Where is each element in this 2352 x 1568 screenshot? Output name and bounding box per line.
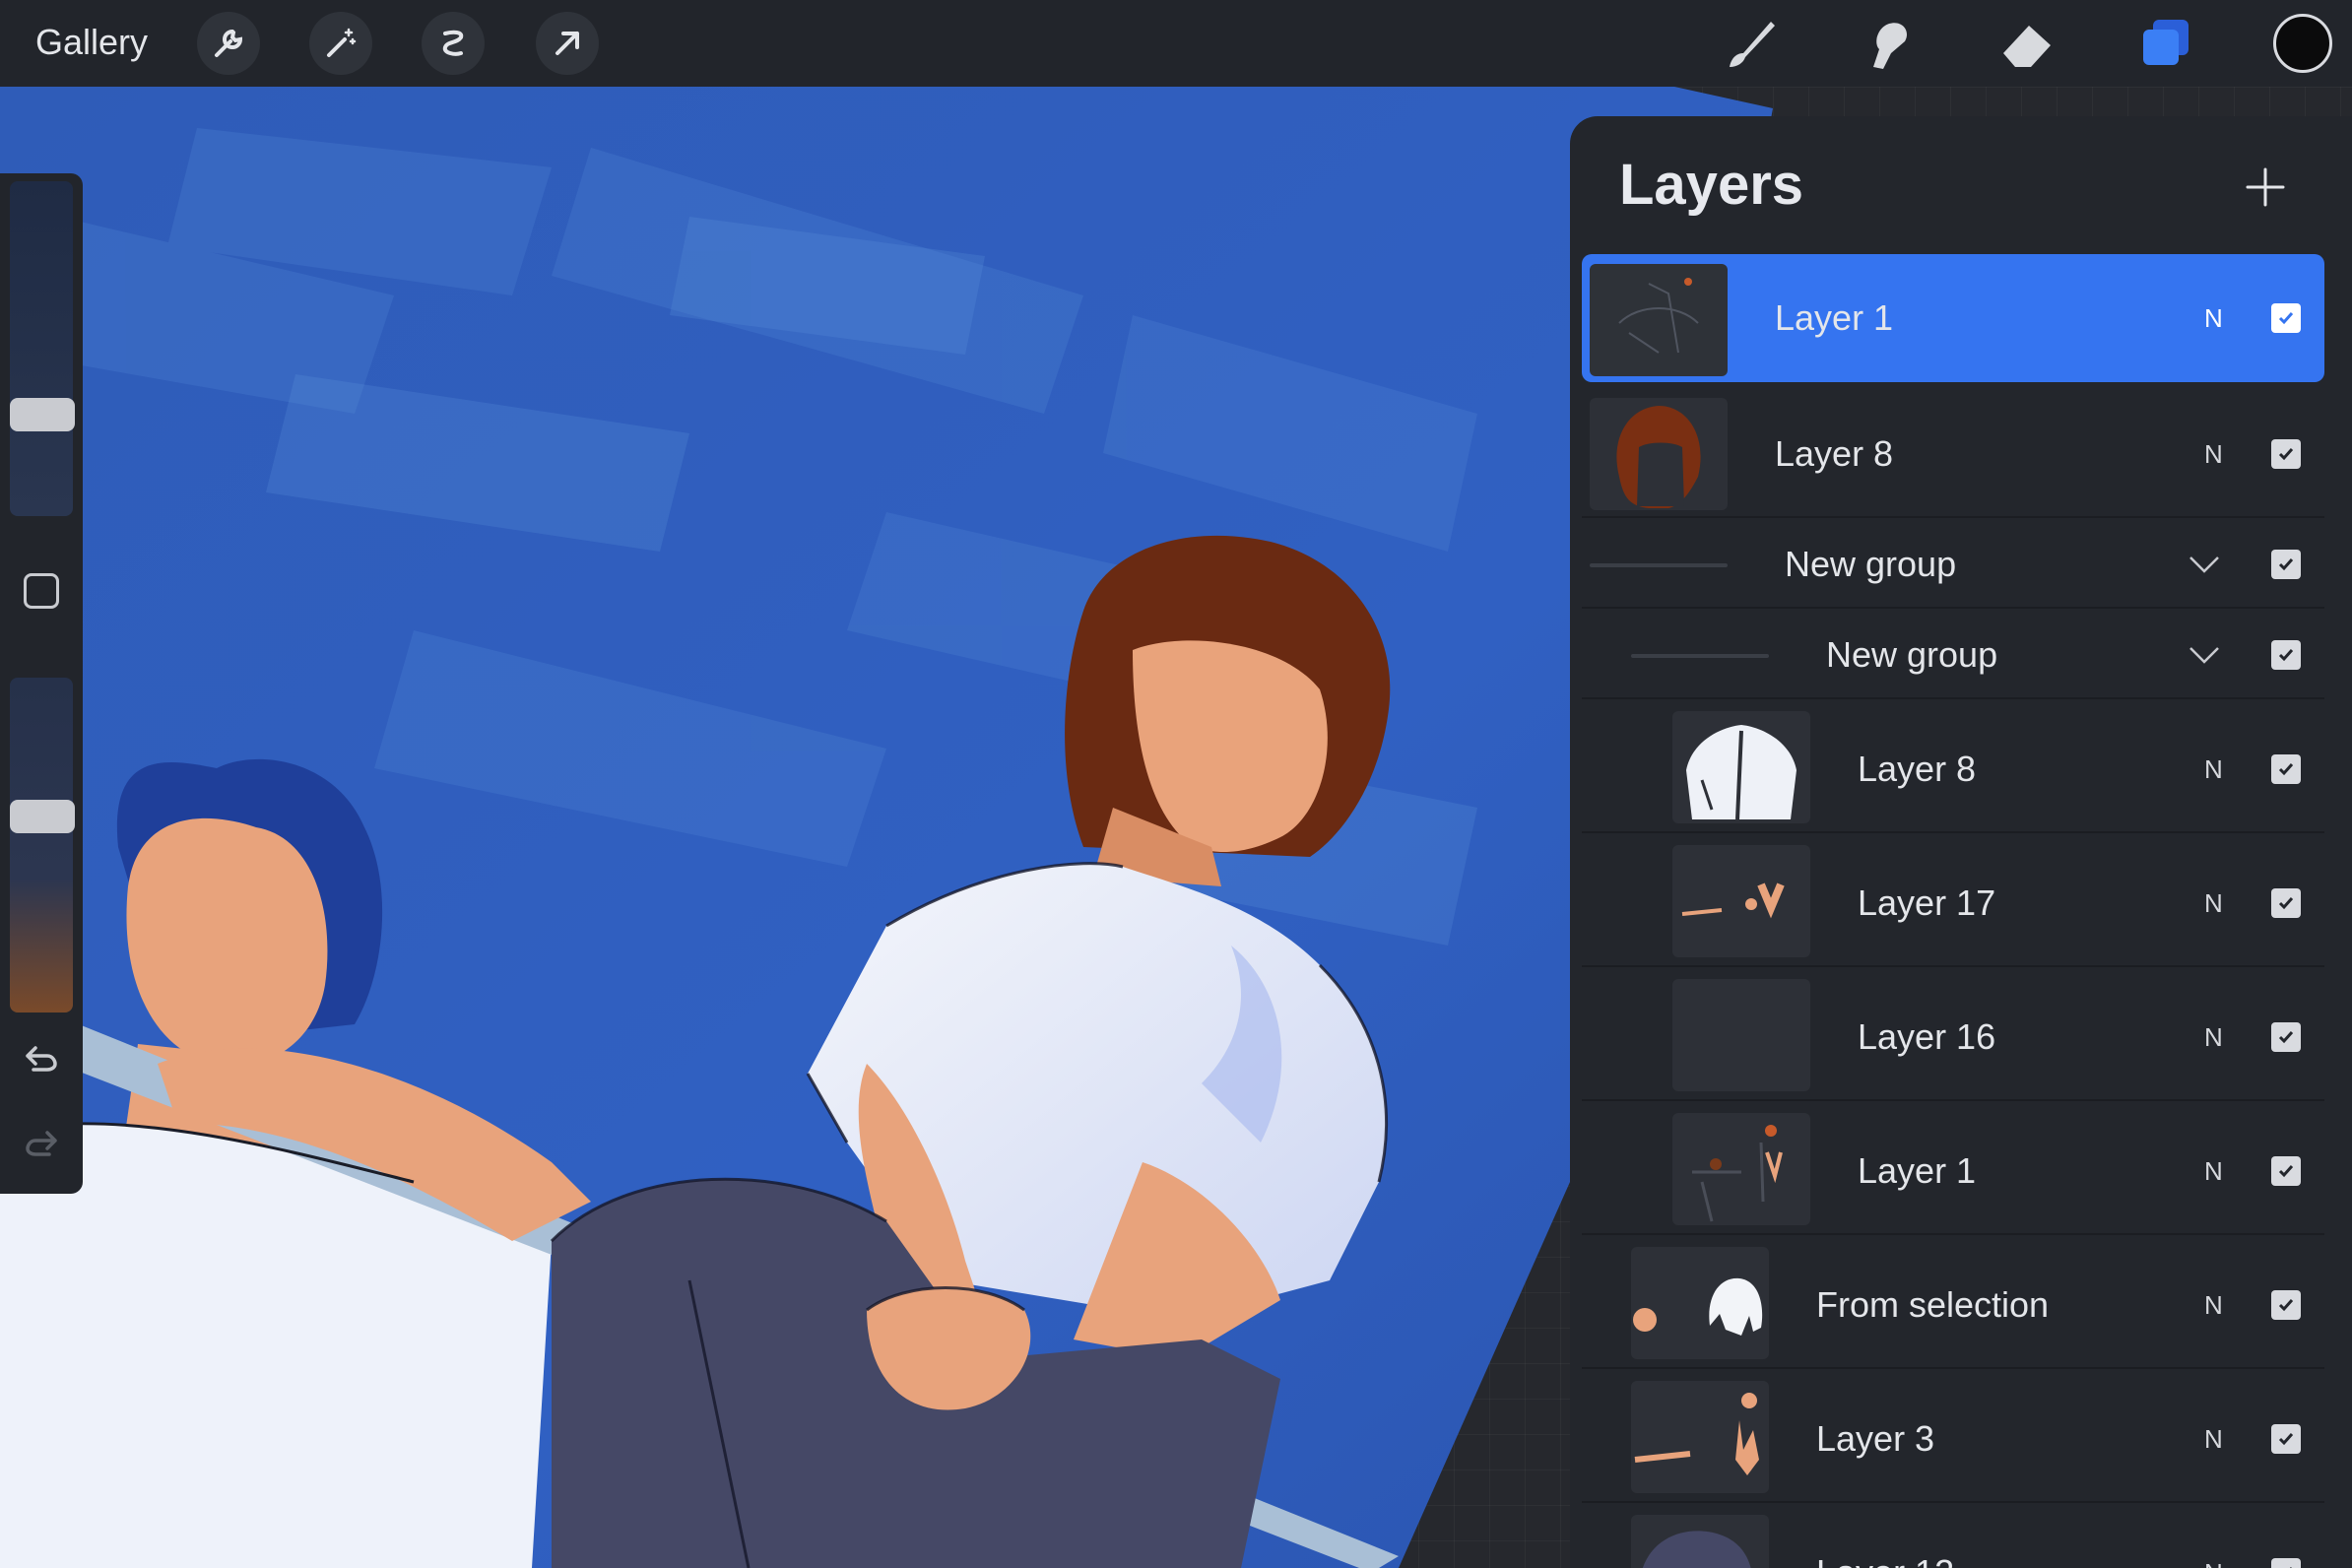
chevron-down-icon[interactable] xyxy=(2185,550,2224,579)
blend-mode[interactable]: N xyxy=(2204,888,2223,919)
layer-name: Layer 3 xyxy=(1816,1418,1935,1459)
plus-icon[interactable] xyxy=(2236,158,2295,217)
layer-name: Layer 1 xyxy=(1775,297,1894,338)
layer-thumbnail xyxy=(1672,979,1810,1091)
layer-row[interactable]: Layer 1 N xyxy=(1582,1103,2324,1235)
row-divider xyxy=(1582,516,2324,518)
layer-row[interactable]: Layer 17 N xyxy=(1582,835,2324,967)
brush-icon[interactable] xyxy=(1718,10,1785,77)
layer-thumbnail xyxy=(1631,1515,1769,1568)
smudge-icon[interactable] xyxy=(1856,10,1923,77)
layer-name: From selection xyxy=(1816,1284,2050,1325)
visibility-checkbox[interactable] xyxy=(2271,303,2301,333)
selection-icon[interactable] xyxy=(422,12,485,75)
layer-thumbnail xyxy=(1672,711,1810,823)
chevron-down-icon[interactable] xyxy=(2185,640,2224,670)
group-row[interactable]: New group xyxy=(1582,520,2324,609)
visibility-checkbox[interactable] xyxy=(2271,550,2301,579)
layer-row[interactable]: From selection N xyxy=(1582,1237,2324,1369)
group-row[interactable]: New group xyxy=(1582,611,2324,699)
visibility-checkbox[interactable] xyxy=(2271,1022,2301,1052)
group-name: New group xyxy=(1785,544,1957,584)
layer-thumbnail xyxy=(1672,1113,1810,1225)
panel-title: Layers xyxy=(1619,153,1804,217)
visibility-checkbox[interactable] xyxy=(2271,439,2301,469)
visibility-checkbox[interactable] xyxy=(2271,888,2301,918)
undo-icon[interactable] xyxy=(20,1036,63,1079)
group-name: New group xyxy=(1826,634,1998,675)
group-indicator xyxy=(1631,654,1769,658)
layer-thumbnail xyxy=(1631,1247,1769,1359)
row-divider xyxy=(1582,965,2324,967)
layer-row[interactable]: Layer 3 N xyxy=(1582,1371,2324,1503)
layer-row[interactable]: Layer 8 N xyxy=(1582,701,2324,833)
brush-opacity-thumb[interactable] xyxy=(10,800,75,833)
row-divider xyxy=(1582,1099,2324,1101)
layer-name: Layer 16 xyxy=(1858,1016,1996,1057)
layer-name: Layer 8 xyxy=(1775,433,1894,474)
visibility-checkbox[interactable] xyxy=(2271,1156,2301,1186)
brush-size-slider[interactable] xyxy=(10,181,73,516)
blend-mode[interactable]: N xyxy=(2204,1424,2223,1455)
row-divider xyxy=(1582,1367,2324,1369)
layer-thumbnail xyxy=(1672,845,1810,957)
layer-thumbnail xyxy=(1590,398,1728,510)
layer-name: Layer 1 xyxy=(1858,1150,1977,1191)
row-divider xyxy=(1582,1233,2324,1235)
blend-mode[interactable]: N xyxy=(2204,439,2223,470)
row-divider xyxy=(1582,697,2324,699)
layer-name: Layer 8 xyxy=(1858,749,1977,789)
blend-mode[interactable]: N xyxy=(2204,1558,2223,1568)
layers-panel: Layers Layer 1 N Layer 8 N New group New… xyxy=(1570,116,2352,1568)
blend-mode[interactable]: N xyxy=(2204,754,2223,785)
blend-mode[interactable]: N xyxy=(2204,1156,2223,1187)
row-divider xyxy=(1582,831,2324,833)
procreate-app: Gallery Layers Layer 1 N Layer 8 N New g… xyxy=(0,0,2352,1568)
visibility-checkbox[interactable] xyxy=(2271,754,2301,784)
gallery-button[interactable]: Gallery xyxy=(35,18,148,67)
layer-row[interactable]: Layer 12 N xyxy=(1582,1505,2324,1568)
visibility-checkbox[interactable] xyxy=(2271,1558,2301,1568)
blend-mode[interactable]: N xyxy=(2204,303,2223,334)
visibility-checkbox[interactable] xyxy=(2271,640,2301,670)
brush-opacity-slider[interactable] xyxy=(10,678,73,1013)
blend-mode[interactable]: N xyxy=(2204,1022,2223,1053)
group-indicator xyxy=(1590,563,1728,567)
color-picker-button[interactable] xyxy=(2273,14,2332,73)
layer-name: Layer 17 xyxy=(1858,882,1996,923)
layer-row[interactable]: Layer 8 N xyxy=(1582,388,2324,518)
row-divider xyxy=(1582,1501,2324,1503)
layer-name: Layer 12 xyxy=(1816,1552,1954,1568)
layer-thumbnail xyxy=(1590,264,1728,376)
layer-thumbnail xyxy=(1631,1381,1769,1493)
magic-wand-icon[interactable] xyxy=(309,12,372,75)
left-sidebar xyxy=(0,173,83,1194)
layer-row[interactable]: Layer 16 N xyxy=(1582,969,2324,1101)
visibility-checkbox[interactable] xyxy=(2271,1424,2301,1454)
row-divider xyxy=(1582,607,2324,609)
brush-size-thumb[interactable] xyxy=(10,398,75,431)
eraser-icon[interactable] xyxy=(1993,10,2060,77)
redo-icon[interactable] xyxy=(20,1121,63,1164)
blend-mode[interactable]: N xyxy=(2204,1290,2223,1321)
layer-row[interactable]: Layer 1 N xyxy=(1582,254,2324,382)
modify-square-icon[interactable] xyxy=(24,573,59,609)
visibility-checkbox[interactable] xyxy=(2271,1290,2301,1320)
transform-arrow-icon[interactable] xyxy=(536,12,599,75)
layers-icon[interactable] xyxy=(2131,10,2198,77)
top-toolbar: Gallery xyxy=(0,0,2352,87)
wrench-icon[interactable] xyxy=(197,12,260,75)
